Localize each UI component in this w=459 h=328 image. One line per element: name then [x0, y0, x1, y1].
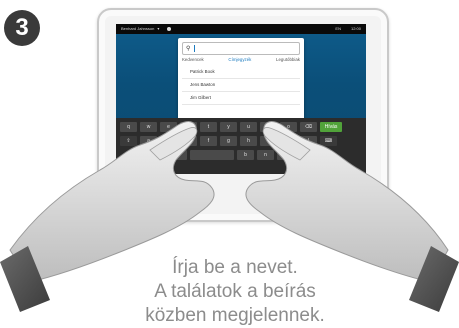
- caption-line-1: Írja be a nevet.: [172, 257, 298, 278]
- caption-line-3: közben megjelennek.: [145, 305, 325, 326]
- caption-line-2: A találatok a beírás: [154, 281, 316, 302]
- instruction-caption: Írja be a nevet. A találatok a beírás kö…: [100, 256, 370, 328]
